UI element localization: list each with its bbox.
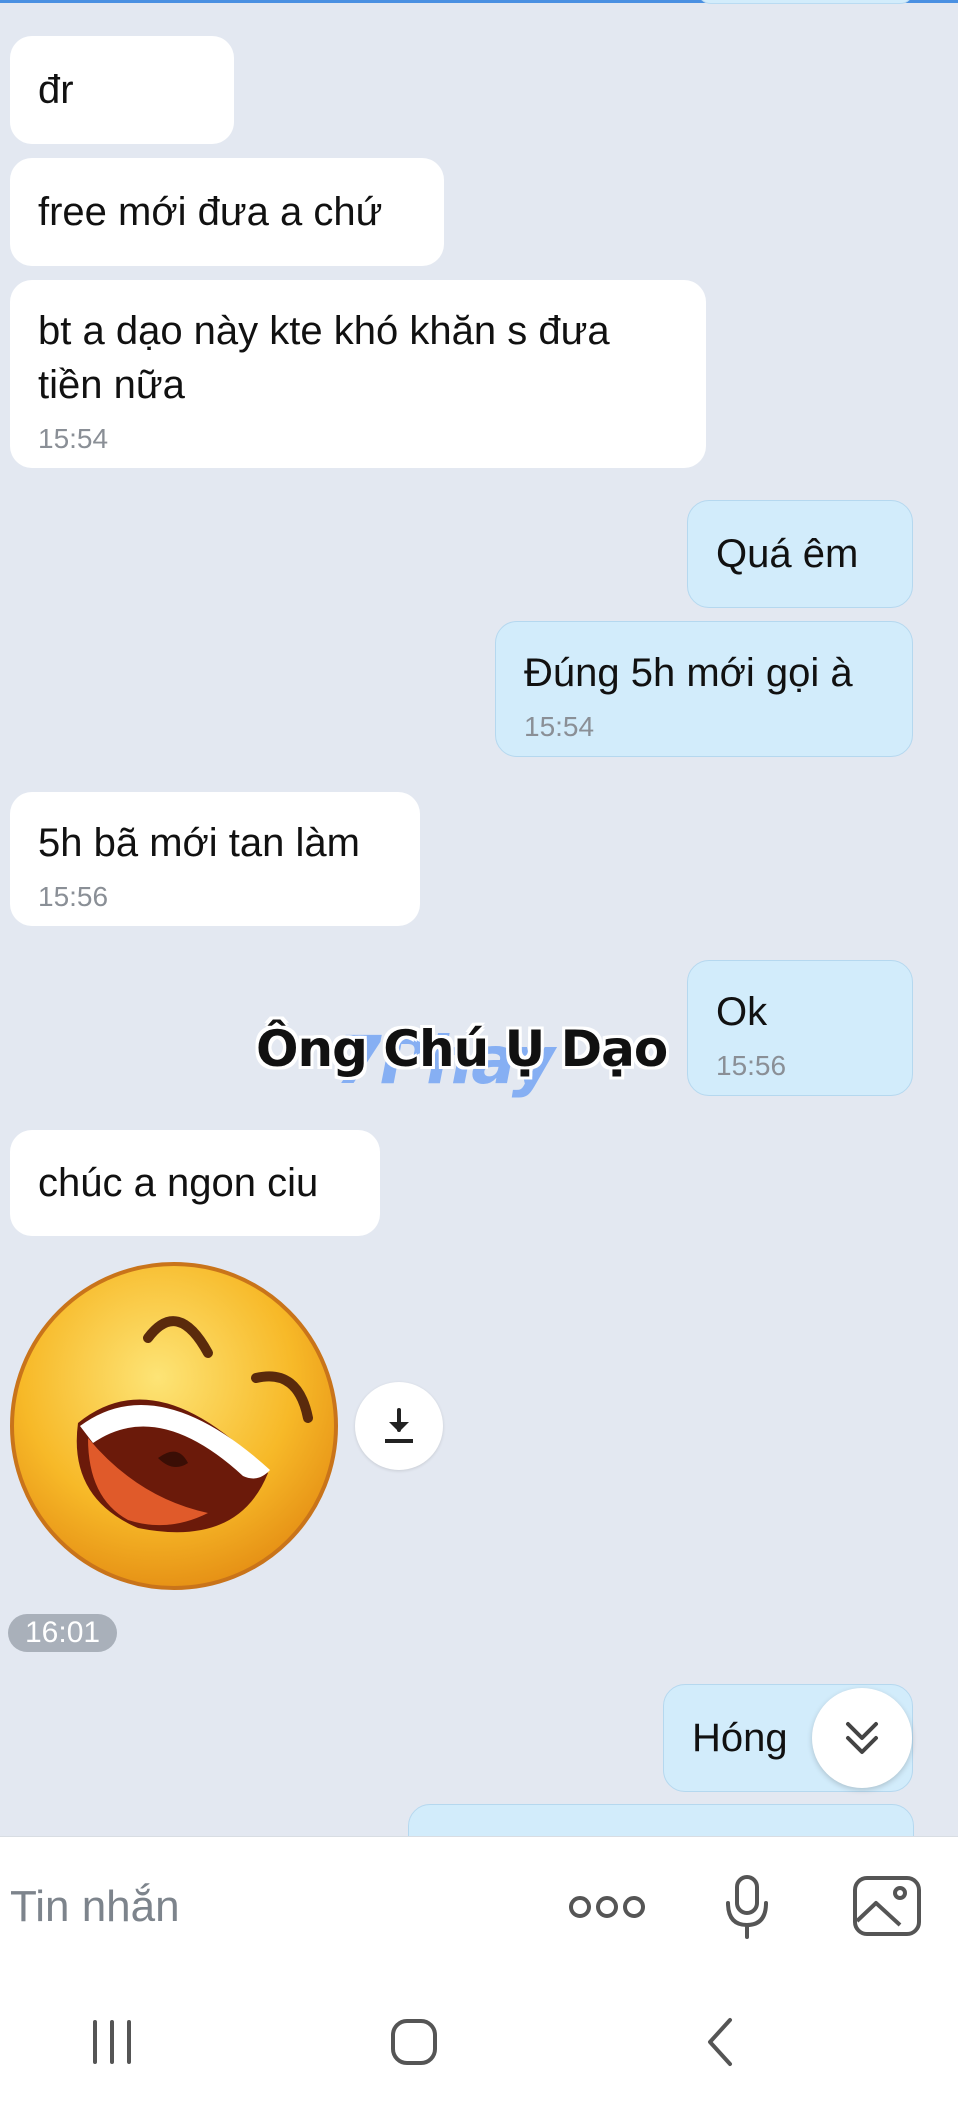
message-time: 15:56 (716, 1050, 787, 1081)
home-button[interactable] (354, 2000, 474, 2084)
incoming-message[interactable]: free mới đưa a chứ (10, 158, 444, 266)
outgoing-message[interactable]: Ok 15:56 (687, 960, 913, 1096)
back-icon (708, 2018, 732, 2066)
microphone-icon (726, 1875, 768, 1939)
watermark-text: Ông Chú Ụ Dạo (256, 1020, 668, 1078)
image-icon (853, 1876, 921, 1936)
message-time: 15:56 (38, 881, 109, 912)
scroll-to-bottom-button[interactable] (812, 1688, 912, 1788)
microphone-button[interactable] (712, 1863, 782, 1953)
double-chevron-down-icon (846, 1722, 878, 1754)
incoming-message[interactable]: chúc a ngon ciu (10, 1130, 380, 1236)
partial-message-bubble (697, 0, 914, 4)
recent-apps-icon (93, 2020, 131, 2064)
message-text: Quá êm (716, 532, 859, 576)
message-time: 15:54 (524, 711, 595, 742)
message-text: 5h bã mới tan làm (38, 821, 360, 865)
message-text: đr (38, 68, 74, 112)
incoming-message[interactable]: bt a dạo này kte khó khăn s đưa tiền nữa… (10, 280, 706, 468)
incoming-message[interactable]: 5h bã mới tan làm 15:56 (10, 792, 420, 926)
download-icon (385, 1408, 413, 1443)
message-text: Ok (716, 990, 768, 1034)
message-input-bar (0, 1836, 958, 1979)
message-text: chúc a ngon ciu (38, 1161, 319, 1205)
recent-apps-button[interactable] (52, 2000, 172, 2084)
outgoing-message[interactable]: Đúng 5h mới gọi à 15:54 (495, 621, 913, 757)
message-time: 15:54 (38, 423, 109, 454)
message-text: Đúng 5h mới gọi à (524, 651, 853, 695)
message-input[interactable] (10, 1877, 530, 1937)
laughing-face-sticker-icon[interactable] (8, 1258, 344, 1594)
system-navigation-bar (0, 1978, 958, 2107)
image-button[interactable] (846, 1865, 928, 1947)
back-button[interactable] (660, 2000, 780, 2084)
partial-message-bubble (408, 1804, 914, 1836)
message-text: bt a dạo này kte khó khăn s đưa tiền nữa (38, 309, 610, 407)
chat-area[interactable]: đr free mới đưa a chứ bt a dạo này kte k… (0, 0, 958, 1836)
video-watermark: 7Phay Ông Chú Ụ Dạo (256, 1012, 686, 1102)
outgoing-message[interactable]: Quá êm (687, 500, 913, 608)
more-options-icon (569, 1896, 645, 1918)
download-button[interactable] (355, 1382, 443, 1470)
more-options-button[interactable] (562, 1871, 652, 1943)
message-text: free mới đưa a chứ (38, 190, 383, 234)
sticker-time-badge: 16:01 (8, 1614, 118, 1652)
incoming-message[interactable]: đr (10, 36, 234, 144)
home-icon (391, 2019, 437, 2065)
